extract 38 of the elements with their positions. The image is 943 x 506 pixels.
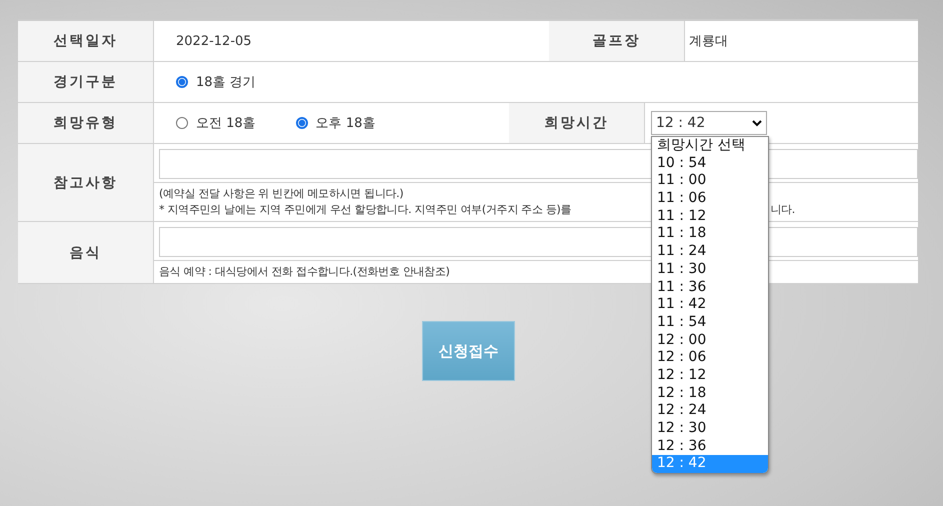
time-option[interactable]: 12 : 24 bbox=[652, 402, 768, 420]
time-option[interactable]: 11 : 00 bbox=[652, 172, 768, 190]
time-option[interactable]: 11 : 54 bbox=[652, 314, 768, 332]
radio-label: 오전 18홀 bbox=[196, 115, 256, 132]
time-option[interactable]: 12 : 06 bbox=[652, 349, 768, 367]
chevron-icon bbox=[752, 120, 762, 126]
time-option[interactable]: 12 : 00 bbox=[652, 332, 768, 350]
time-option[interactable]: 10 : 54 bbox=[652, 154, 768, 172]
radio-label: 오후 18홀 bbox=[316, 115, 376, 132]
radio-label: 18홀 경기 bbox=[196, 74, 256, 91]
field-label: 희망유형 bbox=[18, 103, 154, 143]
time-option[interactable]: 희망시간 선택 bbox=[652, 137, 768, 155]
field-label: 참고사항 bbox=[18, 144, 154, 221]
field-label: 골프장 bbox=[549, 21, 685, 61]
time-option[interactable]: 11 : 30 bbox=[652, 260, 768, 278]
field-label: 음식 bbox=[18, 222, 154, 283]
field-label: 희망시간 bbox=[509, 103, 645, 143]
time-option[interactable]: 12 : 12 bbox=[652, 366, 768, 385]
time-option[interactable]: 12 : 30 bbox=[652, 420, 768, 438]
date-value: 2022-12-05 bbox=[176, 34, 252, 48]
notice-text-end: 니다. bbox=[770, 202, 795, 218]
notice-text: * 지역주민의 날에는 지역 주민에게 우선 할당합니다. 지역주민 여부(거주지 주소 등)를 bbox=[159, 202, 572, 218]
notes-hint: (예약실 전달 사항은 위 빈칸에 메모하시면 됩니다.) bbox=[159, 186, 404, 202]
radio-button[interactable] bbox=[176, 76, 188, 88]
field-label: 선택일자 bbox=[18, 21, 154, 61]
time-option[interactable]: 11 : 06 bbox=[652, 190, 768, 208]
time-option[interactable]: 12 : 18 bbox=[652, 384, 768, 402]
time-option[interactable]: 11 : 12 bbox=[652, 208, 768, 226]
time-option[interactable]: 11 : 42 bbox=[652, 296, 768, 314]
food-hint: 음식 예약 : 대식당에서 전화 접수합니다.(전화번호 안내참조) bbox=[159, 265, 450, 278]
radio-button[interactable] bbox=[296, 117, 308, 129]
course-value: 계룡대 bbox=[689, 33, 728, 50]
time-option[interactable]: 11 : 24 bbox=[652, 243, 768, 261]
time-option[interactable]: 11 : 36 bbox=[652, 278, 768, 296]
radio-button[interactable] bbox=[176, 117, 188, 129]
time-option[interactable]: 12 : 36 bbox=[652, 438, 768, 456]
time-option[interactable]: 11 : 18 bbox=[652, 225, 768, 244]
field-label: 경기구분 bbox=[18, 62, 154, 102]
